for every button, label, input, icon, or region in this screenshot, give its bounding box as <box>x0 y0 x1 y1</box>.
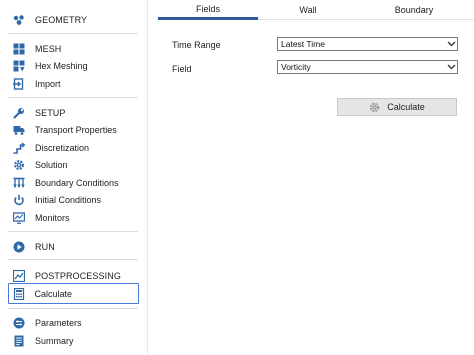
chart-icon <box>13 269 25 282</box>
sidebar-item-monitors[interactable]: Monitors <box>8 209 139 226</box>
sidebar-item-label: Transport Properties <box>35 124 117 135</box>
chevron-down-icon[interactable] <box>445 61 457 73</box>
time-range-value: Latest Time <box>281 39 325 49</box>
sidebar-item-label: Solution <box>35 159 68 170</box>
import-icon <box>13 77 25 90</box>
sidebar-item-label: Initial Conditions <box>35 194 102 205</box>
chevron-down-icon[interactable] <box>445 38 457 50</box>
tab-label: Boundary <box>394 5 434 15</box>
sidebar-item-label: Import <box>35 78 61 89</box>
truck-icon <box>13 124 25 136</box>
sidebar-item-hex-meshing[interactable]: Hex Meshing <box>8 57 139 74</box>
sidebar-item-initial-conditions[interactable]: Initial Conditions <box>8 191 139 208</box>
sidebar-item-solution[interactable]: Solution <box>8 156 139 173</box>
tab-boundary[interactable]: Boundary <box>362 0 466 20</box>
sidebar-item-label: RUN <box>35 241 55 252</box>
summary-icon <box>13 335 25 347</box>
sidebar-item-run[interactable]: RUN <box>8 238 139 255</box>
divider <box>8 231 138 232</box>
sidebar-item-setup[interactable]: SETUP <box>8 104 139 121</box>
field-label: Field <box>172 64 192 74</box>
tab-label: Wall <box>299 5 317 15</box>
hex-mesh-icon <box>13 60 25 72</box>
sidebar-item-transport-properties[interactable]: Transport Properties <box>8 121 139 138</box>
discretization-icon <box>13 141 25 154</box>
sidebar-item-label: Summary <box>35 335 74 346</box>
sidebar-item-mesh[interactable]: MESH <box>8 40 139 57</box>
tab-fields[interactable]: Fields <box>158 0 258 20</box>
sidebar-item-label: POSTPROCESSING <box>35 270 121 281</box>
play-icon <box>13 241 25 253</box>
power-icon <box>13 194 25 206</box>
boundary-icon <box>13 177 25 189</box>
calculate-button-label: Calculate <box>387 102 425 112</box>
tab-bar: Fields Wall Boundary <box>158 0 474 20</box>
sidebar-item-label: Monitors <box>35 212 70 223</box>
sidebar-item-postprocessing[interactable]: POSTPROCESSING <box>8 267 139 284</box>
tab-label: Fields <box>195 3 220 14</box>
sidebar-item-summary[interactable]: Summary <box>8 332 139 349</box>
sidebar-item-label: Parameters <box>35 317 82 328</box>
divider <box>8 33 138 34</box>
divider <box>8 259 138 260</box>
time-range-select[interactable]: Latest Time <box>277 37 458 51</box>
time-range-label: Time Range <box>172 40 221 50</box>
divider <box>8 97 138 98</box>
calculator-icon <box>13 287 25 300</box>
divider <box>8 308 138 309</box>
tab-wall[interactable]: Wall <box>258 0 358 20</box>
sidebar-item-label: MESH <box>35 43 62 54</box>
sidebar: GEOMETRY MESH Hex Meshing Import SETUP T… <box>0 0 148 355</box>
sidebar-item-parameters[interactable]: Parameters <box>8 314 139 331</box>
calculate-button[interactable]: Calculate <box>337 98 457 116</box>
sidebar-item-import[interactable]: Import <box>8 75 139 92</box>
sidebar-item-label: Boundary Conditions <box>35 177 119 188</box>
field-select[interactable]: Vorticity <box>277 60 458 74</box>
sidebar-item-discretization[interactable]: Discretization <box>8 139 139 156</box>
sidebar-item-label: SETUP <box>35 107 66 118</box>
mesh-icon <box>13 43 25 55</box>
sidebar-item-label: Discretization <box>35 142 90 153</box>
sidebar-item-label: Hex Meshing <box>35 60 88 71</box>
gear-icon <box>369 102 380 113</box>
sidebar-item-label: GEOMETRY <box>35 14 88 25</box>
geometry-icon <box>13 14 25 26</box>
field-value: Vorticity <box>281 62 311 72</box>
sidebar-item-calculate[interactable]: Calculate <box>8 283 139 304</box>
wrench-icon <box>13 107 25 119</box>
monitor-icon <box>13 211 25 224</box>
sidebar-item-boundary-conditions[interactable]: Boundary Conditions <box>8 174 139 191</box>
parameters-icon <box>13 317 25 329</box>
sidebar-item-geometry[interactable]: GEOMETRY <box>8 11 139 28</box>
sidebar-item-label: Calculate <box>34 288 73 299</box>
gear-icon <box>13 159 25 171</box>
